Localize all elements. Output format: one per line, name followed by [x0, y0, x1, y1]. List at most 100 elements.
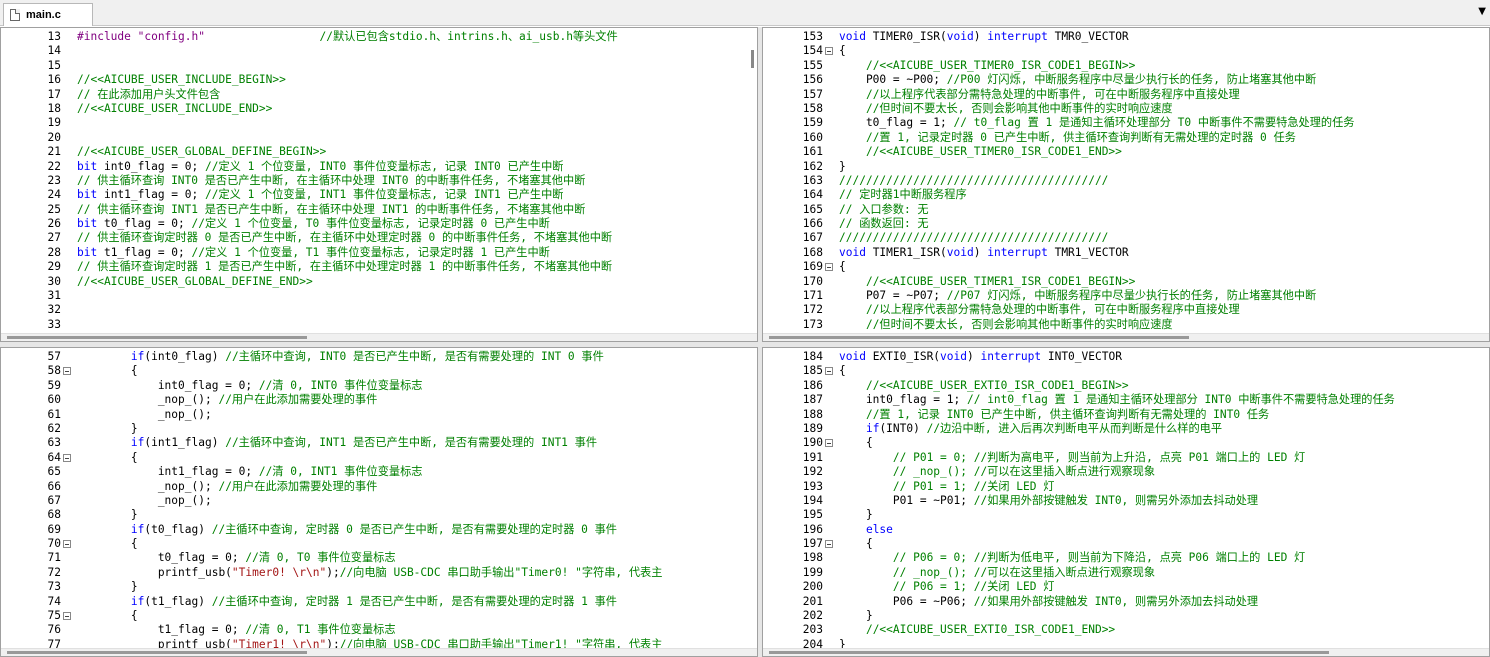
code-line[interactable]: 23 // 供主循环查询 INT0 是否已产生中断, 在主循环中处理 INT0 的…	[1, 174, 757, 188]
code-line[interactable]: 171 P07 = ~P07; //P07 灯闪烁, 中断服务程序中尽量少执行长…	[763, 289, 1489, 303]
code-line[interactable]: 184 void EXTI0_ISR(void) interrupt INT0_V…	[763, 350, 1489, 364]
code-line[interactable]: 13 #include "config.h" //默认已包含stdio.h、int…	[1, 30, 757, 44]
code-line[interactable]: 191 // P01 = 0; //判断为高电平, 则当前为上升沿, 点亮 P0…	[763, 451, 1489, 465]
code-line[interactable]: 20	[1, 131, 757, 145]
code-line[interactable]: 18 //<<AICUBE_USER_INCLUDE_END>>	[1, 102, 757, 116]
code-line[interactable]: 17 // 在此添加用户头文件包含	[1, 88, 757, 102]
code-line[interactable]: 19	[1, 116, 757, 130]
code-line[interactable]: 186 //<<AICUBE_USER_EXTI0_ISR_CODE1_BEGI…	[763, 379, 1489, 393]
code-line[interactable]: 160 //置 1, 记录定时器 0 已产生中断, 供主循环查询判断有无需处理的…	[763, 131, 1489, 145]
code-line[interactable]: 165 // 入口参数: 无	[763, 203, 1489, 217]
code-line[interactable]: 187 int0_flag = 1; // int0_flag 置 1 是通知主…	[763, 393, 1489, 407]
vertical-scroll-thumb[interactable]	[751, 50, 754, 68]
horizontal-scroll-thumb[interactable]	[7, 336, 307, 339]
code-line[interactable]: 65 int1_flag = 0; //清 0, INT1 事件位变量标志	[1, 465, 757, 479]
code-line[interactable]: 74 if(t1_flag) //主循环中查询, 定时器 1 是否已产生中断, …	[1, 595, 757, 609]
code-line[interactable]: 190 {	[763, 436, 1489, 450]
code-line[interactable]: 76 t1_flag = 0; //清 0, T1 事件位变量标志	[1, 623, 757, 637]
fold-toggle-icon[interactable]	[825, 367, 833, 376]
code-line[interactable]: 32	[1, 303, 757, 317]
code-line[interactable]: 25 // 供主循环查询 INT1 是否已产生中断, 在主循环中处理 INT1 的…	[1, 203, 757, 217]
fold-toggle-icon[interactable]	[825, 439, 833, 448]
pane-top-left[interactable]: 13 #include "config.h" //默认已包含stdio.h、int…	[0, 27, 758, 342]
code-line[interactable]: 68 }	[1, 508, 757, 522]
code-line[interactable]: 158 //但时间不要太长, 否则会影响其他中断事件的实时响应速度	[763, 102, 1489, 116]
code-line[interactable]: 21 //<<AICUBE_USER_GLOBAL_DEFINE_BEGIN>>	[1, 145, 757, 159]
code-line[interactable]: 172 //以上程序代表部分需特急处理的中断事件, 可在中断服务程序中直接处理	[763, 303, 1489, 317]
code-line[interactable]: 201 P06 = ~P06; //如果用外部按键触发 INT0, 则需另外添加…	[763, 595, 1489, 609]
fold-toggle-icon[interactable]	[825, 263, 833, 272]
code-line[interactable]: 193 // P01 = 1; //关闭 LED 灯	[763, 480, 1489, 494]
code-line[interactable]: 70 {	[1, 537, 757, 551]
code-line[interactable]: 188 //置 1, 记录 INT0 已产生中断, 供主循环查询判断有无需处理的…	[763, 408, 1489, 422]
pane-bottom-left[interactable]: 57 if(int0_flag) //主循环中查询, INT0 是否已产生中断,…	[0, 347, 758, 657]
pane-bottom-right[interactable]: 184 void EXTI0_ISR(void) interrupt INT0_V…	[762, 347, 1490, 657]
code-line[interactable]: 194 P01 = ~P01; //如果用外部按键触发 INT0, 则需另外添加…	[763, 494, 1489, 508]
code-line[interactable]: 157 //以上程序代表部分需特急处理的中断事件, 可在中断服务程序中直接处理	[763, 88, 1489, 102]
horizontal-scrollbar[interactable]	[763, 333, 1489, 341]
horizontal-scroll-thumb[interactable]	[769, 651, 1329, 654]
code-line[interactable]: 59 int0_flag = 0; //清 0, INT0 事件位变量标志	[1, 379, 757, 393]
fold-toggle-icon[interactable]	[825, 540, 833, 549]
code-line[interactable]: 72 printf_usb("Timer0! \r\n");//向电脑 USB-…	[1, 566, 757, 580]
code-line[interactable]: 167 /////////////////////////////////////…	[763, 231, 1489, 245]
code-line[interactable]: 154 {	[763, 44, 1489, 58]
code-line[interactable]: 33	[1, 318, 757, 332]
code-line[interactable]: 203 //<<AICUBE_USER_EXTI0_ISR_CODE1_END>…	[763, 623, 1489, 637]
code-line[interactable]: 61 _nop_();	[1, 408, 757, 422]
code-line[interactable]: 27 // 供主循环查询定时器 0 是否已产生中断, 在主循环中处理定时器 0 的…	[1, 231, 757, 245]
horizontal-scrollbar[interactable]	[763, 648, 1489, 656]
code-line[interactable]: 24 bit int1_flag = 0; //定义 1 个位变量, INT1 事…	[1, 188, 757, 202]
code-line[interactable]: 164 // 定时器1中断服务程序	[763, 188, 1489, 202]
code-line[interactable]: 156 P00 = ~P00; //P00 灯闪烁, 中断服务程序中尽量少执行长…	[763, 73, 1489, 87]
code-line[interactable]: 173 //但时间不要太长, 否则会影响其他中断事件的实时响应速度	[763, 318, 1489, 332]
tab-dropdown-icon[interactable]: ▼	[1478, 6, 1486, 17]
code-line[interactable]: 30 //<<AICUBE_USER_GLOBAL_DEFINE_END>>	[1, 275, 757, 289]
code-line[interactable]: 63 if(int1_flag) //主循环中查询, INT1 是否已产生中断,…	[1, 436, 757, 450]
horizontal-scroll-thumb[interactable]	[769, 336, 1189, 339]
code-line[interactable]: 198 // P06 = 0; //判断为低电平, 则当前为下降沿, 点亮 P0…	[763, 551, 1489, 565]
code-line[interactable]: 196 else	[763, 523, 1489, 537]
code-line[interactable]: 67 _nop_();	[1, 494, 757, 508]
code-line[interactable]: 169 {	[763, 260, 1489, 274]
code-line[interactable]: 57 if(int0_flag) //主循环中查询, INT0 是否已产生中断,…	[1, 350, 757, 364]
code-line[interactable]: 159 t0_flag = 1; // t0_flag 置 1 是通知主循环处理…	[763, 116, 1489, 130]
code-line[interactable]: 75 {	[1, 609, 757, 623]
fold-toggle-icon[interactable]	[825, 47, 833, 56]
code-line[interactable]: 197 {	[763, 537, 1489, 551]
horizontal-scroll-thumb[interactable]	[7, 651, 307, 654]
code-line[interactable]: 60 _nop_(); //用户在此添加需要处理的事件	[1, 393, 757, 407]
code-line[interactable]: 66 _nop_(); //用户在此添加需要处理的事件	[1, 480, 757, 494]
code-line[interactable]: 15	[1, 59, 757, 73]
code-line[interactable]: 31	[1, 289, 757, 303]
tab-main-c[interactable]: main.c	[3, 3, 93, 26]
horizontal-scrollbar[interactable]	[1, 333, 757, 341]
fold-toggle-icon[interactable]	[63, 453, 71, 462]
code-line[interactable]: 62 }	[1, 422, 757, 436]
code-line[interactable]: 200 // P06 = 1; //关闭 LED 灯	[763, 580, 1489, 594]
code-line[interactable]: 162}	[763, 160, 1489, 174]
code-line[interactable]: 161 //<<AICUBE_USER_TIMER0_ISR_CODE1_END…	[763, 145, 1489, 159]
code-line[interactable]: 69 if(t0_flag) //主循环中查询, 定时器 0 是否已产生中断, …	[1, 523, 757, 537]
code-line[interactable]: 168 void TIMER1_ISR(void) interrupt TMR1_…	[763, 246, 1489, 260]
code-line[interactable]: 195 }	[763, 508, 1489, 522]
code-line[interactable]: 73 }	[1, 580, 757, 594]
code-line[interactable]: 64 {	[1, 451, 757, 465]
code-line[interactable]: 199 // _nop_(); //可以在这里插入断点进行观察现象	[763, 566, 1489, 580]
fold-toggle-icon[interactable]	[63, 540, 71, 549]
code-line[interactable]: 58 {	[1, 364, 757, 378]
code-line[interactable]: 185 {	[763, 364, 1489, 378]
code-line[interactable]: 14	[1, 44, 757, 58]
code-line[interactable]: 29 // 供主循环查询定时器 1 是否已产生中断, 在主循环中处理定时器 1 的…	[1, 260, 757, 274]
fold-toggle-icon[interactable]	[63, 367, 71, 376]
code-line[interactable]: 26 bit t0_flag = 0; //定义 1 个位变量, T0 事件位变量…	[1, 217, 757, 231]
code-line[interactable]: 189 if(INT0) //边沿中断, 进入后再次判断电平从而判断是什么样的电…	[763, 422, 1489, 436]
code-line[interactable]: 155 //<<AICUBE_USER_TIMER0_ISR_CODE1_BEG…	[763, 59, 1489, 73]
code-line[interactable]: 170 //<<AICUBE_USER_TIMER1_ISR_CODE1_BEG…	[763, 275, 1489, 289]
code-line[interactable]: 16 //<<AICUBE_USER_INCLUDE_BEGIN>>	[1, 73, 757, 87]
code-line[interactable]: 28 bit t1_flag = 0; //定义 1 个位变量, T1 事件位变量…	[1, 246, 757, 260]
horizontal-scrollbar[interactable]	[1, 648, 757, 656]
fold-toggle-icon[interactable]	[63, 612, 71, 621]
code-line[interactable]: 192 // _nop_(); //可以在这里插入断点进行观察现象	[763, 465, 1489, 479]
code-line[interactable]: 202 }	[763, 609, 1489, 623]
